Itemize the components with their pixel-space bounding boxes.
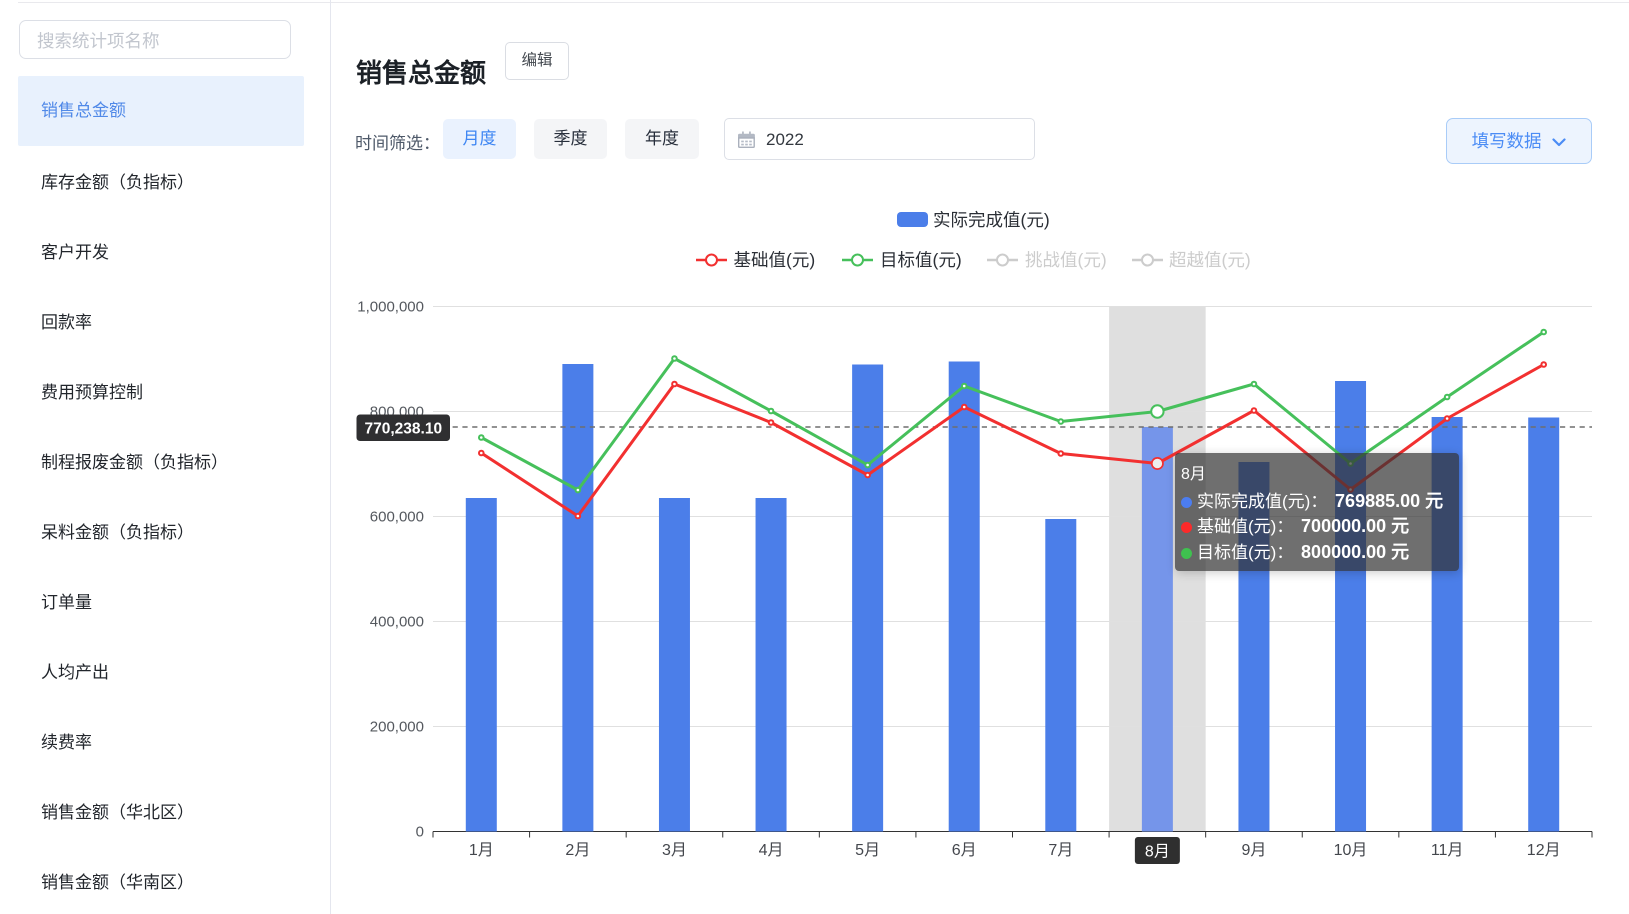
svg-text:6月: 6月 — [952, 842, 977, 859]
svg-text:400,000: 400,000 — [370, 614, 424, 631]
svg-text:3月: 3月 — [662, 842, 687, 859]
svg-text:1,000,000: 1,000,000 — [357, 299, 424, 316]
svg-text:11月: 11月 — [1431, 842, 1464, 859]
svg-text:2月: 2月 — [565, 842, 590, 859]
svg-text:基础值(元): 基础值(元) — [734, 250, 816, 270]
svg-text:10月: 10月 — [1334, 842, 1368, 859]
svg-text:9月: 9月 — [1242, 842, 1267, 859]
svg-text:挑战值(元): 挑战值(元) — [1025, 250, 1107, 270]
svg-text:8月: 8月 — [1145, 844, 1170, 861]
svg-text:4月: 4月 — [759, 842, 784, 859]
svg-text:12月: 12月 — [1527, 842, 1561, 859]
svg-text:200,000: 200,000 — [370, 719, 424, 736]
svg-text:1月: 1月 — [469, 842, 494, 859]
svg-text:超越值(元): 超越值(元) — [1169, 250, 1251, 270]
svg-text:0: 0 — [416, 824, 424, 841]
svg-text:5月: 5月 — [855, 842, 880, 859]
svg-text:770,238.10: 770,238.10 — [365, 420, 443, 437]
svg-text:600,000: 600,000 — [370, 509, 424, 526]
svg-text:目标值(元): 目标值(元) — [880, 250, 962, 270]
svg-text:7月: 7月 — [1048, 842, 1073, 859]
